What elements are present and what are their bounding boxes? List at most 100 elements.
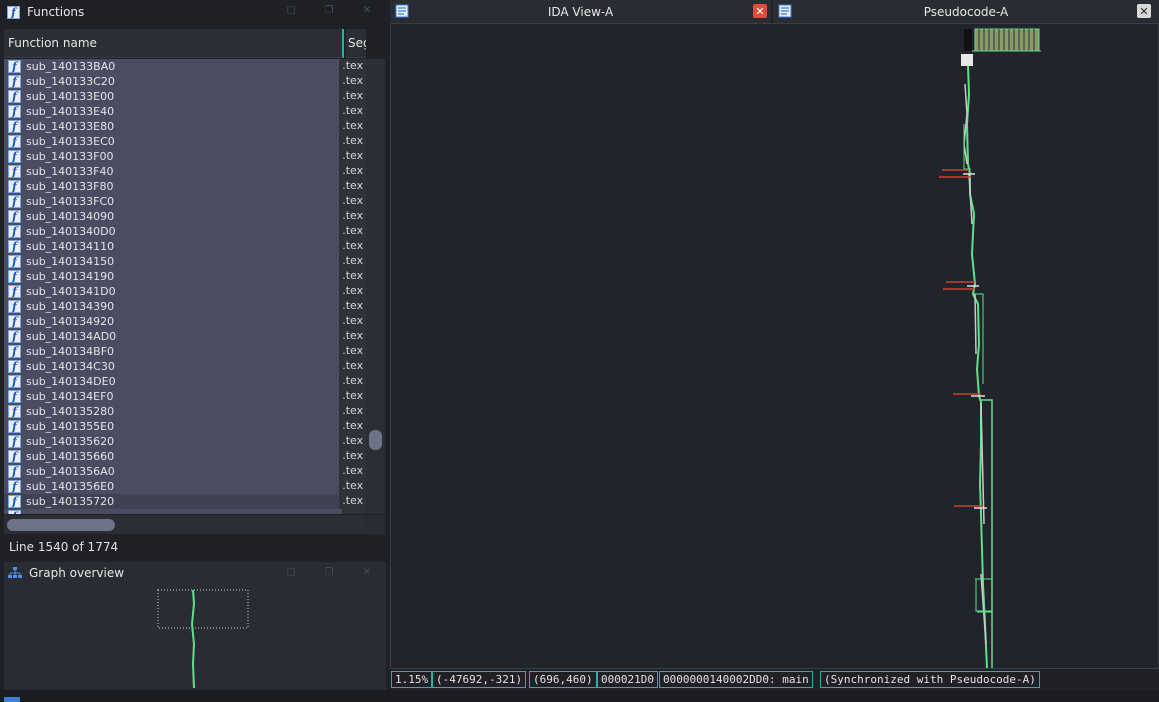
graph-overview-canvas[interactable] xyxy=(4,584,386,690)
function-name-cell[interactable]: f sub_140135620 xyxy=(4,434,340,449)
ida-graph-view[interactable] xyxy=(390,23,1159,669)
function-name-cell[interactable]: f sub_140134EF0 xyxy=(4,389,340,404)
function-graph[interactable] xyxy=(391,24,1158,668)
table-row[interactable]: f sub_140134150 .tex xyxy=(4,254,366,269)
table-row[interactable]: f sub_140134BF0 .tex xyxy=(4,344,366,359)
graph-node[interactable] xyxy=(964,29,972,51)
table-row[interactable]: f sub_140133EC0 .tex xyxy=(4,134,366,149)
function-name-cell[interactable]: f sub_140135280 xyxy=(4,404,340,419)
function-name-cell[interactable]: f sub_140133F40 xyxy=(4,164,340,179)
table-row[interactable]: f sub_140134110 .tex xyxy=(4,239,366,254)
segment-cell: .tex xyxy=(342,74,364,87)
function-name-cell[interactable]: f sub_140133F80 xyxy=(4,179,340,194)
table-row[interactable]: f sub_140133F40 .tex xyxy=(4,164,366,179)
table-row[interactable]: f sub_140133E80 .tex xyxy=(4,119,366,134)
function-name-cell[interactable]: f sub_140134390 xyxy=(4,299,340,314)
function-name-cell[interactable]: f sub_140133E40 xyxy=(4,104,340,119)
segment-cell: .tex xyxy=(342,344,364,357)
function-name-cell[interactable]: f sub_140134BF0 xyxy=(4,344,340,359)
tab-pseudocode[interactable]: Pseudocode-A xyxy=(773,0,1159,23)
table-row[interactable]: f sub_140134DE0 .tex xyxy=(4,374,366,389)
table-row[interactable]: f sub_140133FC0 .tex xyxy=(4,194,366,209)
graph-node[interactable] xyxy=(961,54,973,66)
close-pseudocode-button[interactable]: ✕ xyxy=(1137,4,1151,18)
function-name-cell[interactable]: f sub_140134150 xyxy=(4,254,340,269)
table-row[interactable]: f sub_140135280 .tex xyxy=(4,404,366,419)
table-row[interactable]: f sub_140133E00 .tex xyxy=(4,89,366,104)
table-row[interactable]: f sub_1401356E0 .tex xyxy=(4,479,366,494)
table-row[interactable]: f sub_140134190 .tex xyxy=(4,269,366,284)
status-offset: 000021D0 xyxy=(597,671,658,688)
table-row[interactable]: f sub_140134AD0 .tex xyxy=(4,329,366,344)
function-name-cell[interactable]: f sub_140134AD0 xyxy=(4,329,340,344)
function-name-cell[interactable]: f sub_140133E00 xyxy=(4,89,340,104)
scrollbar-thumb[interactable] xyxy=(369,430,382,450)
status-location: 0000000140002DD0: main xyxy=(659,671,813,688)
function-name-cell[interactable]: f xyxy=(4,509,342,514)
table-row[interactable]: f sub_140134090 .tex xyxy=(4,209,366,224)
overview-viewport-rect[interactable] xyxy=(157,589,249,629)
restore-icon[interactable]: ❐ xyxy=(324,6,334,16)
table-row[interactable]: f sub_140135660 .tex xyxy=(4,449,366,464)
function-name-cell[interactable]: f sub_1401340D0 xyxy=(4,224,340,239)
close-icon[interactable]: ✕ xyxy=(362,568,372,578)
table-row[interactable]: f sub_140134C30 .tex xyxy=(4,359,366,374)
function-name-cell[interactable]: f sub_1401356E0 xyxy=(4,479,340,494)
function-icon: f xyxy=(8,315,21,328)
close-ida-view-button[interactable]: ✕ xyxy=(753,4,767,18)
table-row[interactable]: f sub_140133F80 .tex xyxy=(4,179,366,194)
function-name-cell[interactable]: f sub_140133F00 xyxy=(4,149,340,164)
function-name: sub_140134DE0 xyxy=(26,375,116,388)
function-name-cell[interactable]: f sub_140133E80 xyxy=(4,119,340,134)
table-row[interactable]: f sub_1401356A0 .tex xyxy=(4,464,366,479)
functions-list[interactable]: f sub_140133BA0 .tex f sub_140133C20 .tex f sub… xyxy=(4,59,366,514)
function-icon: f xyxy=(8,210,21,223)
close-icon[interactable]: ✕ xyxy=(362,6,372,16)
function-name-cell[interactable]: f sub_140134190 xyxy=(4,269,340,284)
function-icon: f xyxy=(8,240,21,253)
function-name-cell[interactable]: f sub_140133FC0 xyxy=(4,194,340,209)
function-name-cell[interactable]: f sub_140134C30 xyxy=(4,359,340,374)
table-row[interactable]: f sub_140133C20 .tex xyxy=(4,74,366,89)
function-name-cell[interactable]: f sub_140135660 xyxy=(4,449,340,464)
table-row-partial[interactable]: f xyxy=(4,509,366,514)
function-name: sub_140133E40 xyxy=(26,105,115,118)
function-name-cell[interactable]: f sub_1401341D0 xyxy=(4,284,340,299)
function-icon: f xyxy=(8,405,21,418)
table-row[interactable]: f sub_140134390 .tex xyxy=(4,299,366,314)
function-name: sub_140133F00 xyxy=(26,150,114,163)
function-name-cell[interactable]: f sub_140135720 xyxy=(4,494,340,509)
restore-icon[interactable]: ❐ xyxy=(324,568,334,578)
function-name-cell[interactable]: f sub_1401356A0 xyxy=(4,464,340,479)
table-row[interactable]: f sub_140134920 .tex xyxy=(4,314,366,329)
column-function-name[interactable]: Function name xyxy=(4,29,344,58)
table-row[interactable]: f sub_1401355E0 .tex xyxy=(4,419,366,434)
function-name-cell[interactable]: f sub_140133BA0 xyxy=(4,59,340,74)
vertical-scrollbar[interactable] xyxy=(366,59,385,514)
function-name-cell[interactable]: f sub_140134DE0 xyxy=(4,374,340,389)
function-name-cell[interactable]: f sub_140134090 xyxy=(4,209,340,224)
function-name-cell[interactable]: f sub_140134110 xyxy=(4,239,340,254)
float-icon[interactable]: ▢ xyxy=(286,6,296,16)
scrollbar-thumb[interactable] xyxy=(7,519,115,531)
table-row[interactable]: f sub_140133E40 .tex xyxy=(4,104,366,119)
segment-cell: .tex xyxy=(342,494,364,507)
table-row[interactable]: f sub_140134EF0 .tex xyxy=(4,389,366,404)
column-segment[interactable]: Seg xyxy=(346,29,366,58)
float-icon[interactable]: ▢ xyxy=(286,568,296,578)
functions-title: Functions xyxy=(27,5,85,19)
table-row[interactable]: f sub_140135620 .tex xyxy=(4,434,366,449)
segment-cell: .tex xyxy=(342,209,364,222)
tab-ida-view[interactable]: IDA View-A xyxy=(390,0,771,23)
table-row[interactable]: f sub_140135720 .tex xyxy=(4,494,366,509)
table-row[interactable]: f sub_140133BA0 .tex xyxy=(4,59,366,74)
table-row[interactable]: f sub_1401341D0 .tex xyxy=(4,284,366,299)
function-name-cell[interactable]: f sub_140133EC0 xyxy=(4,134,340,149)
horizontal-scrollbar[interactable] xyxy=(4,515,365,534)
function-name-cell[interactable]: f sub_140133C20 xyxy=(4,74,340,89)
table-row[interactable]: f sub_1401340D0 .tex xyxy=(4,224,366,239)
function-name: sub_1401356A0 xyxy=(26,465,115,478)
table-row[interactable]: f sub_140133F00 .tex xyxy=(4,149,366,164)
function-name-cell[interactable]: f sub_140134920 xyxy=(4,314,340,329)
function-name-cell[interactable]: f sub_1401355E0 xyxy=(4,419,340,434)
